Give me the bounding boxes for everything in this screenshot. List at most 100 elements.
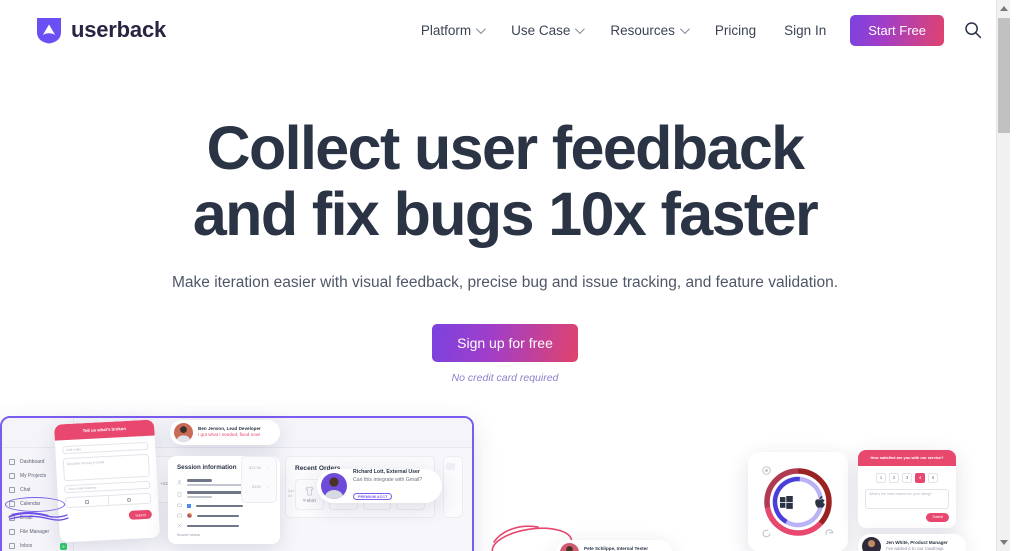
session-row-browser <box>177 513 271 519</box>
chrome-icon <box>187 513 192 519</box>
nav-links-group: Platform Use Case Resources Pricing Sign… <box>407 14 984 46</box>
session-info-footnote: Browser window <box>177 533 201 538</box>
sidebar-item-my-projects[interactable]: My Projects <box>9 469 73 483</box>
survey-submit-button[interactable]: Submit <box>926 512 949 522</box>
hero-subheadline: Make iteration easier with visual feedba… <box>171 273 838 291</box>
dashboard-sidebar: Dashboard My Projects Chat Calendar Emai… <box>2 447 74 551</box>
swatch-icon <box>187 503 191 508</box>
hero-section: Collect user feedback and fix bugs 10x f… <box>0 60 1010 384</box>
revenue-chart-panel: $13.5K $10K Apr 04 Apr 07 <box>241 455 336 503</box>
premium-account-badge: PREMIUM ACCT <box>353 493 393 500</box>
rating-option-4-selected[interactable]: 4 <box>915 472 925 483</box>
avatar <box>560 542 579 551</box>
chart-y-label-top: $13.5K <box>249 464 262 470</box>
comment-chip-richard-lott: Richard Lott, External User Can this int… <box>317 468 442 503</box>
resize-icon <box>177 523 182 529</box>
sidebar-item-label: Chat <box>20 486 31 493</box>
tshirt-icon <box>305 486 314 496</box>
order-label: T-shirt <box>302 497 316 503</box>
sidebar-item-chat[interactable]: Chat <box>9 483 73 497</box>
nav-item-resources[interactable]: Resources <box>596 17 701 44</box>
page-title: Collect user feedback and fix bugs 10x f… <box>0 115 1010 248</box>
top-navigation-bar: userback Platform Use Case Resources Pri… <box>0 0 1010 60</box>
start-free-button[interactable]: Start Free <box>850 14 944 46</box>
rating-option-1[interactable]: 1 <box>876 472 886 483</box>
scrollbar-thumb[interactable] <box>998 18 1010 133</box>
nav-item-resources-label: Resources <box>610 22 675 38</box>
sidebar-item-dashboard[interactable]: Dashboard <box>9 455 73 469</box>
attach-video-button[interactable] <box>108 494 150 505</box>
comment-message: Can this integrate with Gmail? <box>353 476 423 483</box>
folder-icon <box>9 528 15 535</box>
bug-email-input[interactable]: Your email address <box>64 480 151 494</box>
nav-item-use-case[interactable]: Use Case <box>497 17 596 44</box>
image-icon <box>84 499 89 504</box>
survey-question: How satisfied are you with our service? <box>858 449 956 466</box>
avatar <box>174 422 193 442</box>
inbox-icon <box>9 543 15 550</box>
chart-gridline <box>268 486 269 488</box>
rating-option-3[interactable]: 3 <box>902 472 912 483</box>
brand-logo[interactable]: userback <box>36 17 166 44</box>
survey-rating-group: 1 2 3 4 5 <box>865 472 949 483</box>
page-scrollbar[interactable] <box>996 0 1010 551</box>
brand-name-text: userback <box>71 17 167 42</box>
chevron-down-icon <box>476 23 486 34</box>
survey-followup-input[interactable]: What's the main reason for your rating? <box>865 488 949 509</box>
user-icon <box>177 480 182 485</box>
firefox-icon <box>762 529 771 538</box>
grid-icon <box>9 458 15 465</box>
nav-item-platform-label: Platform <box>420 22 472 38</box>
monitor-icon <box>177 504 182 508</box>
nav-item-sign-in[interactable]: Sign In <box>770 17 840 44</box>
nav-item-platform[interactable]: Platform <box>407 17 497 44</box>
annotation-scribble <box>8 512 69 521</box>
nav-item-pricing[interactable]: Pricing <box>701 17 770 44</box>
nps-survey-card: How satisfied are you with our service? … <box>858 449 956 528</box>
comment-author: Pete Schlippe, Internal Tester <box>584 545 648 551</box>
comment-message: I've added it to our roadmap. <box>886 546 945 551</box>
search-button[interactable] <box>962 19 984 41</box>
sidebar-item-label: Inbox <box>20 543 33 550</box>
panel-menu-icon[interactable] <box>446 462 455 470</box>
nav-item-pricing-label: Pricing <box>714 22 757 38</box>
sidebar-item-file-manager[interactable]: File Manager <box>9 525 73 539</box>
bug-submit-button[interactable]: Submit <box>129 509 153 520</box>
windows-icon <box>780 495 793 509</box>
sidebar-item-email[interactable]: Email <box>8 511 73 525</box>
browser-icon <box>177 514 182 518</box>
comment-chip-pete-schlippe: Pete Schlippe, Internal Tester Glove fil… <box>556 539 672 551</box>
hero-artwork: Tell us what's broken Add a title Descri… <box>0 415 1010 551</box>
rating-option-5[interactable]: 5 <box>928 472 938 483</box>
bug-attachment-toggle-group <box>64 492 152 509</box>
scroll-up-arrow-icon[interactable] <box>1000 6 1008 11</box>
scroll-down-arrow-icon[interactable] <box>1000 540 1008 545</box>
search-icon <box>965 22 982 39</box>
nav-item-use-case-label: Use Case <box>511 22 571 38</box>
inbox-badge-count: 9 <box>59 542 67 550</box>
comment-text-block: Pete Schlippe, Internal Tester Glove fil… <box>584 546 649 551</box>
chrome-icon <box>762 466 771 475</box>
hero-overflow-count: +42 <box>160 480 168 486</box>
comment-text-block: Richard Lott, External User Can this int… <box>353 469 422 502</box>
comment-message: I got what I needed, fixed now! <box>198 432 261 438</box>
sign-up-for-free-button[interactable]: Sign up for free <box>432 323 578 362</box>
no-credit-card-note: No credit card required <box>451 371 559 384</box>
bug-title-input[interactable]: Add a title <box>62 441 149 455</box>
edge-icon <box>825 529 834 535</box>
platform-breakdown-card <box>748 451 848 551</box>
comment-author: Jen White, Product Manager <box>886 539 948 545</box>
document-icon <box>177 492 182 497</box>
apple-icon <box>815 495 825 508</box>
bug-description-input[interactable]: Describe the bug in detail <box>62 453 150 482</box>
userback-shield-icon <box>37 17 61 43</box>
survey-body: 1 2 3 4 5 What's the main reason for you… <box>858 466 956 522</box>
chevron-down-icon <box>679 23 690 34</box>
chevron-down-icon <box>575 23 586 34</box>
session-row-window <box>177 523 271 529</box>
chart-icon <box>9 472 15 479</box>
comment-author: Richard Lott, External User <box>353 469 420 476</box>
nav-item-sign-in-label: Sign In <box>784 22 827 38</box>
rating-option-2[interactable]: 2 <box>889 472 899 483</box>
sidebar-item-inbox[interactable]: Inbox 9 <box>9 539 73 551</box>
